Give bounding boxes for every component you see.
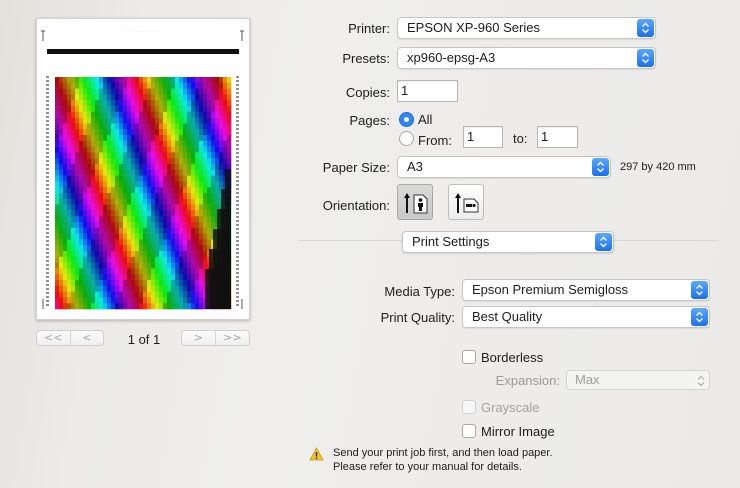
next-page-button[interactable]: > — [182, 331, 215, 345]
warning-icon — [309, 447, 324, 461]
pages-all-label: All — [418, 112, 433, 127]
chevron-updown-icon — [697, 374, 705, 392]
pages-range-radio[interactable] — [399, 131, 414, 146]
landscape-icon — [455, 193, 479, 213]
landscape-orientation-button[interactable] — [448, 184, 484, 220]
chevron-updown-icon — [637, 19, 654, 37]
paper-size-value: A3 — [407, 159, 423, 174]
pages-all-radio[interactable] — [399, 112, 414, 127]
page-indicator: 1 of 1 — [127, 332, 161, 347]
borderless-checkbox[interactable] — [462, 350, 476, 364]
presets-label: Presets: — [342, 51, 390, 66]
mirror-image-label: Mirror Image — [481, 424, 555, 439]
chevron-updown-icon — [691, 281, 708, 299]
grayscale-checkbox[interactable] — [462, 400, 476, 414]
pages-to-field[interactable]: 1 — [537, 126, 578, 148]
expansion-value: Max — [575, 372, 600, 387]
first-page-button[interactable]: << — [37, 331, 70, 345]
media-type-popup[interactable]: Epson Premium Semigloss — [462, 279, 710, 301]
print-quality-popup[interactable]: Best Quality — [462, 306, 710, 328]
preview-ruler-right — [236, 76, 239, 306]
pages-to-label: to: — [513, 131, 528, 146]
presets-value: xp960-epsg-A3 — [407, 50, 496, 65]
section-popup-value: Print Settings — [412, 234, 490, 249]
mirror-image-checkbox[interactable] — [462, 424, 476, 438]
portrait-icon — [404, 193, 428, 214]
previous-page-button[interactable]: < — [69, 331, 104, 345]
preview-ruler-left — [46, 76, 49, 306]
borderless-label: Borderless — [481, 350, 544, 365]
expansion-popup[interactable]: Max — [566, 370, 710, 390]
print-preview: · · · · · · · · · · · · · · · · · · · · — [36, 18, 250, 320]
notice-line-1: Send your print job first, and then load… — [333, 447, 553, 459]
chevron-updown-icon — [637, 49, 654, 67]
last-page-button[interactable]: >> — [215, 331, 249, 345]
svg-text:· · · · · · · · · · · · · · ·: · · · · · · · · · · · · · · · · · · · · — [125, 29, 161, 33]
grayscale-label: Grayscale — [481, 400, 540, 415]
media-type-label: Media Type: — [384, 284, 455, 299]
preview-page-image: · · · · · · · · · · · · · · · · · · · · — [41, 29, 244, 310]
paper-size-label: Paper Size: — [322, 160, 390, 175]
preview-pager-forward: > >> — [181, 330, 250, 346]
printer-value: EPSON XP-960 Series — [407, 20, 540, 35]
paper-size-popup[interactable]: A3 — [397, 156, 611, 178]
print-settings-section-popup[interactable]: Print Settings — [402, 231, 614, 253]
copies-label: Copies: — [345, 85, 390, 100]
portrait-orientation-button[interactable] — [397, 184, 433, 220]
media-type-value: Epson Premium Semigloss — [472, 282, 629, 297]
expansion-label: Expansion: — [495, 373, 560, 388]
print-quality-label: Print Quality: — [380, 310, 455, 325]
chevron-updown-icon — [691, 308, 708, 326]
printer-label: Printer: — [348, 21, 390, 36]
notice-text: Send your print job first, and then load… — [333, 446, 553, 474]
notice-line-2: Please refer to your manual for details. — [333, 461, 522, 473]
pages-label: Pages: — [349, 113, 390, 128]
printer-popup[interactable]: EPSON XP-960 Series — [397, 17, 656, 39]
print-quality-value: Best Quality — [472, 309, 543, 324]
chevron-updown-icon — [595, 233, 612, 251]
orientation-label: Orientation: — [322, 198, 390, 213]
presets-popup[interactable]: xp960-epsg-A3 — [397, 47, 656, 69]
copies-field[interactable]: 1 — [397, 80, 458, 102]
preview-color-pattern — [55, 77, 232, 310]
paper-dimensions: 297 by 420 mm — [620, 161, 696, 173]
pages-from-label: From: — [418, 133, 452, 148]
preview-pager-back: << < — [36, 330, 104, 346]
chevron-updown-icon — [592, 158, 609, 176]
pages-from-field[interactable]: 1 — [463, 126, 503, 148]
